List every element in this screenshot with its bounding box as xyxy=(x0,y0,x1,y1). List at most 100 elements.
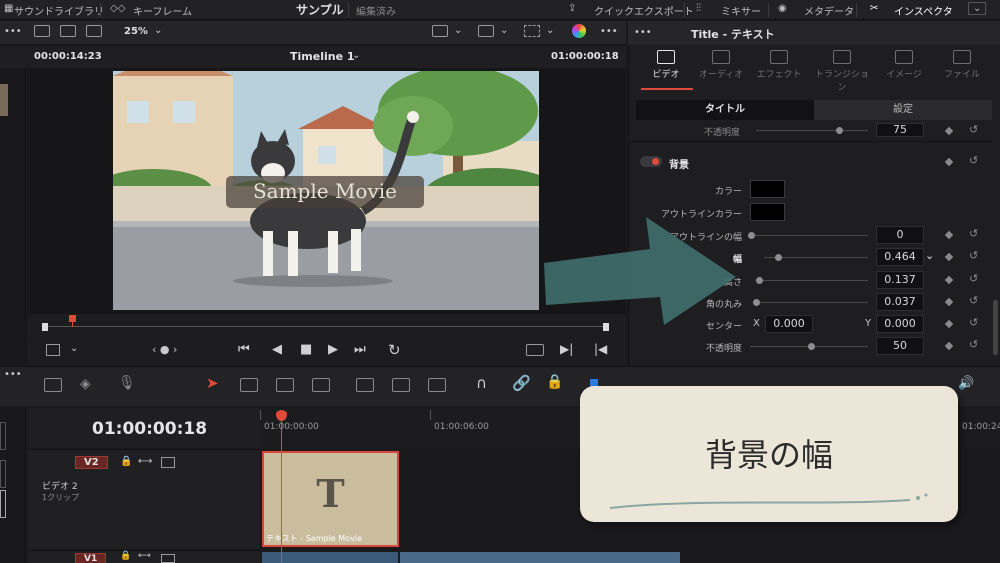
height-reset-icon[interactable]: ↺ xyxy=(969,272,978,285)
color-swatch[interactable] xyxy=(750,180,785,198)
corner-radius-slider-thumb[interactable] xyxy=(753,299,760,306)
timeline-side-button[interactable] xyxy=(0,422,6,450)
prev-edit-icon[interactable]: |◀ xyxy=(594,342,607,356)
insert-clip-icon[interactable] xyxy=(356,378,374,392)
menu-inspector[interactable]: インスペクタ xyxy=(894,3,953,18)
menu-mixer[interactable]: ミキサー xyxy=(721,3,761,18)
jump-start-icon[interactable]: ⏮ xyxy=(238,342,250,357)
width-value[interactable]: 0.464 xyxy=(876,248,924,266)
corner-radius-slider[interactable] xyxy=(758,302,868,303)
overwrite-clip-icon[interactable] xyxy=(392,378,410,392)
corner-radius-value[interactable]: 0.037 xyxy=(876,293,924,311)
sound-library-icon[interactable]: ▦ xyxy=(4,3,13,14)
volume-icon[interactable]: 🔊 xyxy=(958,376,974,391)
tab-file[interactable]: ファイル xyxy=(932,50,992,80)
top-opacity-slider[interactable] xyxy=(756,130,868,131)
height-slider[interactable] xyxy=(760,280,868,281)
crop-chevron-icon[interactable]: ⌄ xyxy=(70,343,78,354)
menu-sound-library[interactable]: サウンドライブラリ xyxy=(14,3,104,18)
outline-width-value[interactable]: 0 xyxy=(876,226,924,244)
viewer-mode-icon[interactable] xyxy=(432,25,448,37)
inspector-more-icon[interactable]: ••• xyxy=(634,27,652,38)
edit-mode-icon[interactable] xyxy=(44,378,62,392)
reset-icon[interactable]: ↺ xyxy=(969,123,978,136)
linked-selection-icon[interactable]: 🔗 xyxy=(512,374,531,392)
opacity-reset-icon[interactable]: ↺ xyxy=(969,338,978,351)
outline-width-reset-icon[interactable]: ↺ xyxy=(969,227,978,240)
track-auto-select-icon[interactable]: ⟷ xyxy=(138,456,152,467)
menu-metadata[interactable]: メタデータ xyxy=(804,3,854,18)
tab-effects[interactable]: エフェクト xyxy=(749,50,809,80)
outline-width-slider-thumb[interactable] xyxy=(748,232,755,239)
width-chevron-icon[interactable]: ⌄ xyxy=(925,249,934,262)
track-lock-icon[interactable]: 🔒 xyxy=(120,456,132,467)
next-edit-icon[interactable]: ▶| xyxy=(560,342,573,356)
top-opacity-value[interactable]: 75 xyxy=(876,123,924,137)
track-v1-lane[interactable] xyxy=(260,550,1000,563)
replace-clip-icon[interactable] xyxy=(428,378,446,392)
center-y-value[interactable]: 0.000 xyxy=(876,315,924,333)
track-v1-badge[interactable]: V1 xyxy=(75,553,107,563)
timeline-name[interactable]: Timeline 1 xyxy=(290,50,355,63)
transform-icon[interactable] xyxy=(524,25,540,37)
tab-video[interactable]: ビデオ xyxy=(636,50,696,80)
trim-tool-icon[interactable] xyxy=(240,378,258,392)
background-reset-icon[interactable]: ↺ xyxy=(969,154,978,167)
background-toggle[interactable] xyxy=(640,156,662,167)
lock-icon[interactable]: 🔒 xyxy=(546,374,563,390)
outline-width-slider[interactable] xyxy=(750,235,868,236)
center-x-value[interactable]: 0.000 xyxy=(765,315,813,333)
dynamic-trim-icon[interactable] xyxy=(276,378,294,392)
subtab-settings[interactable]: 設定 xyxy=(814,100,992,120)
jog-icon[interactable]: ‹ ● › xyxy=(152,343,177,356)
loop-icon[interactable]: ↻ xyxy=(388,341,401,359)
timeline-chevron-icon[interactable]: ⌄ xyxy=(352,50,360,61)
play-icon[interactable]: ▶ xyxy=(328,342,338,357)
video-clip-2[interactable] xyxy=(400,552,680,563)
track-v1-visibility-icon[interactable] xyxy=(161,554,175,563)
inspector-scrollbar[interactable] xyxy=(993,300,998,355)
outline-color-swatch[interactable] xyxy=(750,203,785,221)
height-value[interactable]: 0.137 xyxy=(876,271,924,289)
tab-audio[interactable]: オーディオ xyxy=(691,50,751,80)
subtab-title[interactable]: タイトル xyxy=(636,100,814,120)
crop-icon[interactable] xyxy=(46,344,60,356)
chevron-down-icon[interactable]: ⌄ xyxy=(968,2,987,15)
overlay-title[interactable]: Sample Movie xyxy=(226,179,424,203)
tab-transition[interactable]: トランジション xyxy=(812,50,872,93)
scrub-track[interactable] xyxy=(44,326,608,327)
viewer-mode-chevron-icon[interactable]: ⌄ xyxy=(454,25,462,36)
tab-image[interactable]: イメージ xyxy=(874,50,934,80)
timeline-side-button-2[interactable] xyxy=(0,460,6,488)
output-icon[interactable] xyxy=(478,25,494,37)
microphone-icon[interactable]: 🎙 xyxy=(118,375,136,391)
center-reset-icon[interactable]: ↺ xyxy=(969,316,978,329)
menu-keyframe[interactable]: キーフレーム xyxy=(133,3,192,18)
width-reset-icon[interactable]: ↺ xyxy=(969,249,978,262)
top-opacity-slider-thumb[interactable] xyxy=(836,127,843,134)
viewer-more-icon[interactable]: ••• xyxy=(600,26,618,37)
track-v2-badge[interactable]: V2 xyxy=(75,456,108,469)
width-slider-thumb[interactable] xyxy=(775,254,782,261)
color-wheel-icon[interactable] xyxy=(572,24,586,38)
jump-end-icon[interactable]: ⏭ xyxy=(354,342,366,357)
more-icon[interactable]: ••• xyxy=(4,26,22,37)
corner-reset-icon[interactable]: ↺ xyxy=(969,294,978,307)
timeline-more-icon[interactable]: ••• xyxy=(4,369,22,380)
snapping-icon[interactable]: ∩ xyxy=(476,374,487,392)
inspector-icon[interactable]: ✂ xyxy=(870,3,878,14)
mixer-icon[interactable]: ⫶⫶ xyxy=(696,3,701,14)
layout-icon[interactable] xyxy=(34,25,50,37)
zoom-level[interactable]: 25% xyxy=(124,26,148,37)
track-v1-lock-icon[interactable]: 🔒 xyxy=(120,551,131,561)
output-chevron-icon[interactable]: ⌄ xyxy=(500,25,508,36)
opacity-slider-thumb[interactable] xyxy=(808,343,815,350)
timeline-playhead-line[interactable] xyxy=(281,420,282,563)
transform-chevron-icon[interactable]: ⌄ xyxy=(546,25,554,36)
track-visibility-icon[interactable] xyxy=(161,457,175,468)
track-v1-auto-select-icon[interactable]: ⟷ xyxy=(138,551,151,561)
upload-icon[interactable]: ⇪ xyxy=(568,3,576,14)
opacity-value[interactable]: 50 xyxy=(876,337,924,355)
timeline-side-button-3[interactable] xyxy=(0,490,6,518)
media-thumbnail[interactable] xyxy=(0,84,8,116)
